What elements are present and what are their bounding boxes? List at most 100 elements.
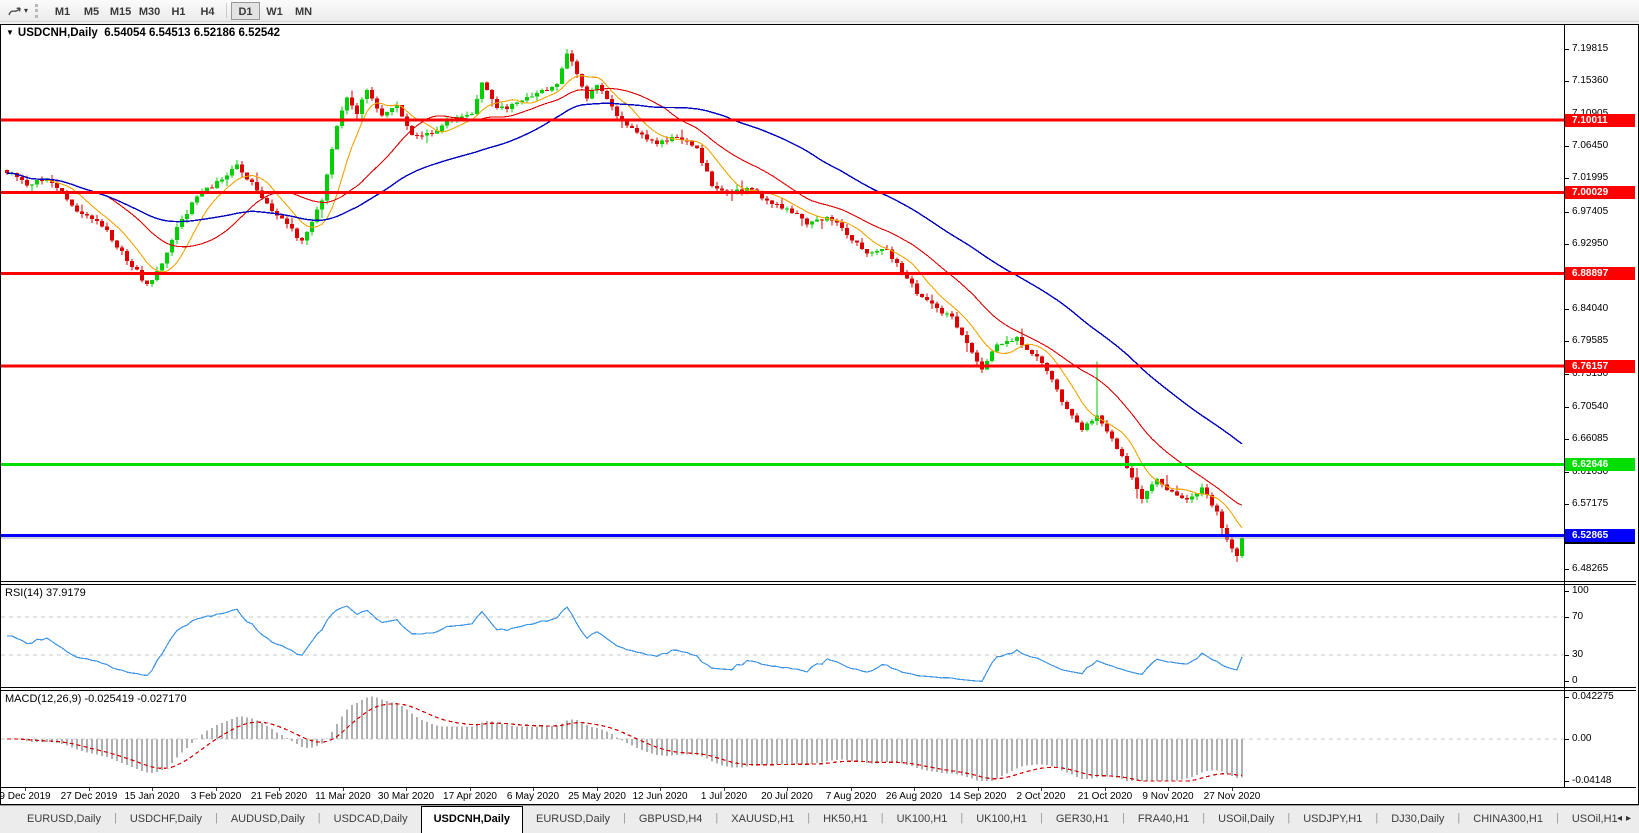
chart-window: ▼ USDCNH,Daily 6.54054 6.54513 6.52186 6.… bbox=[0, 24, 1639, 805]
date-label: 15 Jan 2020 bbox=[124, 791, 180, 802]
date-label: 9 Nov 2020 bbox=[1142, 791, 1194, 802]
price-tick: 7.06450 bbox=[1565, 140, 1608, 152]
date-label: 26 Aug 2020 bbox=[885, 791, 943, 802]
price-tick: 6.79585 bbox=[1565, 335, 1608, 347]
timeframe-button-mn[interactable]: MN bbox=[289, 2, 318, 20]
timeframe-button-h1[interactable]: H1 bbox=[164, 2, 193, 20]
date-label: 2 Oct 2020 bbox=[1016, 791, 1066, 802]
date-label: 27 Nov 2020 bbox=[1203, 791, 1261, 802]
price-tick: 7.01995 bbox=[1565, 172, 1608, 184]
rsi-label: RSI(14) 37.9179 bbox=[5, 587, 86, 599]
date-label: 1 Jul 2020 bbox=[700, 791, 748, 802]
date-label: 6 May 2020 bbox=[506, 791, 560, 802]
candlestick-chart bbox=[1, 49, 1564, 563]
chart-title: ▼ USDCNH,Daily 6.54054 6.54513 6.52186 6.… bbox=[6, 27, 280, 39]
chart-tabs: EURUSD,Daily | USDCHF,Daily | AUDUSD,Daily | U… bbox=[14, 806, 1631, 833]
chart-tab[interactable]: USOil,Daily bbox=[1205, 806, 1287, 833]
rsi-line bbox=[7, 605, 1243, 682]
tab-scroll-left-icon[interactable]: ◂ bbox=[1617, 813, 1626, 824]
rsi-pane[interactable]: RSI(14) 37.9179 bbox=[1, 585, 1564, 687]
rsi-tick: 0 bbox=[1565, 675, 1578, 687]
price-tick: 6.97405 bbox=[1565, 206, 1608, 218]
macd-chart bbox=[1, 696, 1564, 782]
macd-axis[interactable]: 0.042275 0.00 -0.04148 bbox=[1565, 691, 1636, 787]
cursor-tool-button[interactable]: ▾ bbox=[4, 2, 31, 20]
date-label: 21 Oct 2020 bbox=[1077, 791, 1133, 802]
chart-menu-icon[interactable]: ▼ bbox=[6, 28, 14, 37]
timeframe-button-m30[interactable]: M30 bbox=[135, 2, 164, 20]
price-tick: 7.15360 bbox=[1565, 75, 1608, 87]
date-label: 11 Mar 2020 bbox=[315, 791, 371, 802]
chart-tab[interactable]: USDJPY,H1 bbox=[1290, 806, 1375, 833]
chart-tab[interactable]: XAUUSD,H1 bbox=[718, 806, 807, 833]
price-axis[interactable]: 7.198157.153607.109057.064507.019956.974… bbox=[1565, 25, 1636, 581]
level-price-chip: 7.00029 bbox=[1565, 186, 1635, 199]
tab-scroll-right-icon[interactable]: ▸ bbox=[1626, 813, 1635, 824]
date-label: 14 Sep 2020 bbox=[949, 791, 1007, 802]
main-chart-pane[interactable]: ▼ USDCNH,Daily 6.54054 6.54513 6.52186 6.… bbox=[1, 25, 1564, 581]
macd-tick: 0.042275 bbox=[1565, 691, 1614, 703]
rsi-axis[interactable]: 100 70 30 0 bbox=[1565, 585, 1636, 687]
chart-tab[interactable]: EURUSD,Daily bbox=[523, 806, 623, 833]
date-label: 7 Aug 2020 bbox=[825, 791, 877, 802]
date-label: 25 May 2020 bbox=[568, 791, 626, 802]
macd-pane[interactable]: MACD(12,26,9) -0.025419 -0.027170 bbox=[1, 691, 1564, 787]
timeframe-button-w1[interactable]: W1 bbox=[260, 2, 289, 20]
price-tick: 6.84040 bbox=[1565, 303, 1608, 315]
timeframe-toolbar: ▾ M1 M5 M15 M30 H1 H4 D1 W1 MN bbox=[0, 0, 1639, 22]
rsi-tick: 30 bbox=[1565, 649, 1583, 661]
macd-tick: -0.04148 bbox=[1565, 775, 1611, 787]
chart-tab[interactable]: UK100,H1 bbox=[963, 806, 1040, 833]
axis-divider-line bbox=[1564, 25, 1565, 787]
ma-fast-line bbox=[7, 75, 1243, 529]
timeframe-button-h4[interactable]: H4 bbox=[193, 2, 222, 20]
price-tick: 6.57175 bbox=[1565, 498, 1608, 510]
level-price-chip: 7.10011 bbox=[1565, 114, 1635, 127]
date-label: 17 Apr 2020 bbox=[443, 791, 497, 802]
timeframe-button-m1[interactable]: M1 bbox=[48, 2, 77, 20]
chart-tab[interactable]: UK100,H1 bbox=[884, 806, 961, 833]
chart-tab[interactable]: USDCAD,Daily bbox=[321, 806, 421, 833]
date-label: 20 Jul 2020 bbox=[761, 791, 813, 802]
chart-tab[interactable]: HK50,H1 bbox=[810, 806, 881, 833]
timeframe-button-m15[interactable]: M15 bbox=[106, 2, 135, 20]
price-tick: 6.66085 bbox=[1565, 433, 1608, 445]
chevron-down-icon: ▾ bbox=[24, 5, 29, 15]
ma-mid-line bbox=[7, 87, 1243, 506]
date-label: 3 Feb 2020 bbox=[190, 791, 242, 802]
chart-tab[interactable]: EURUSD,Daily bbox=[14, 806, 114, 833]
chart-tab[interactable]: AUDUSD,Daily bbox=[218, 806, 318, 833]
macd-label: MACD(12,26,9) -0.025419 -0.027170 bbox=[5, 693, 187, 705]
chart-tab-bar: EURUSD,Daily | USDCHF,Daily | AUDUSD,Daily | U… bbox=[0, 805, 1639, 833]
level-price-chip: 6.52865 bbox=[1565, 529, 1635, 542]
chart-tab[interactable]: FRA40,H1 bbox=[1125, 806, 1202, 833]
price-tick: 7.19815 bbox=[1565, 43, 1608, 55]
tab-scroll-buttons: ◂▸ bbox=[1617, 813, 1635, 824]
price-tick: 6.92950 bbox=[1565, 238, 1608, 250]
chart-quote-values: 6.54054 6.54513 6.52186 6.52542 bbox=[104, 27, 281, 39]
chart-tab[interactable]: DJ30,Daily bbox=[1378, 806, 1457, 833]
timeframe-button-m5[interactable]: M5 bbox=[77, 2, 106, 20]
chart-tab[interactable]: USDCHF,Daily bbox=[117, 806, 215, 833]
toolbar-grip bbox=[35, 3, 42, 18]
chart-symbol-label: USDCNH,Daily bbox=[17, 27, 98, 39]
rsi-tick: 70 bbox=[1565, 611, 1583, 623]
chart-tab[interactable]: GBPUSD,H4 bbox=[626, 806, 716, 833]
rsi-chart bbox=[1, 605, 1564, 682]
timeframe-button-d1[interactable]: D1 bbox=[231, 1, 261, 20]
level-price-chip: 6.76157 bbox=[1565, 360, 1635, 373]
date-label: 30 Mar 2020 bbox=[377, 791, 435, 802]
price-tick: 6.48265 bbox=[1565, 563, 1608, 575]
level-price-chip: 6.88897 bbox=[1565, 267, 1635, 280]
chart-tab[interactable]: USDCNH,Daily bbox=[420, 806, 524, 833]
toolbar-separator bbox=[226, 3, 228, 18]
level-price-chip: 6.62646 bbox=[1565, 458, 1635, 471]
date-label: 9 Dec 2019 bbox=[0, 791, 51, 802]
cursor-tool-icon bbox=[8, 6, 21, 15]
date-axis[interactable]: 9 Dec 2019 27 Dec 2019 15 Jan 2020 3 Feb 20… bbox=[0, 787, 1636, 804]
timeframe-buttons: M1 M5 M15 M30 H1 H4 D1 W1 MN bbox=[48, 1, 318, 20]
macd-tick: 0.00 bbox=[1565, 733, 1591, 745]
chart-tab[interactable]: GER30,H1 bbox=[1043, 806, 1122, 833]
chart-tab[interactable]: CHINA300,H1 bbox=[1460, 806, 1556, 833]
price-tick: 6.70540 bbox=[1565, 401, 1608, 413]
